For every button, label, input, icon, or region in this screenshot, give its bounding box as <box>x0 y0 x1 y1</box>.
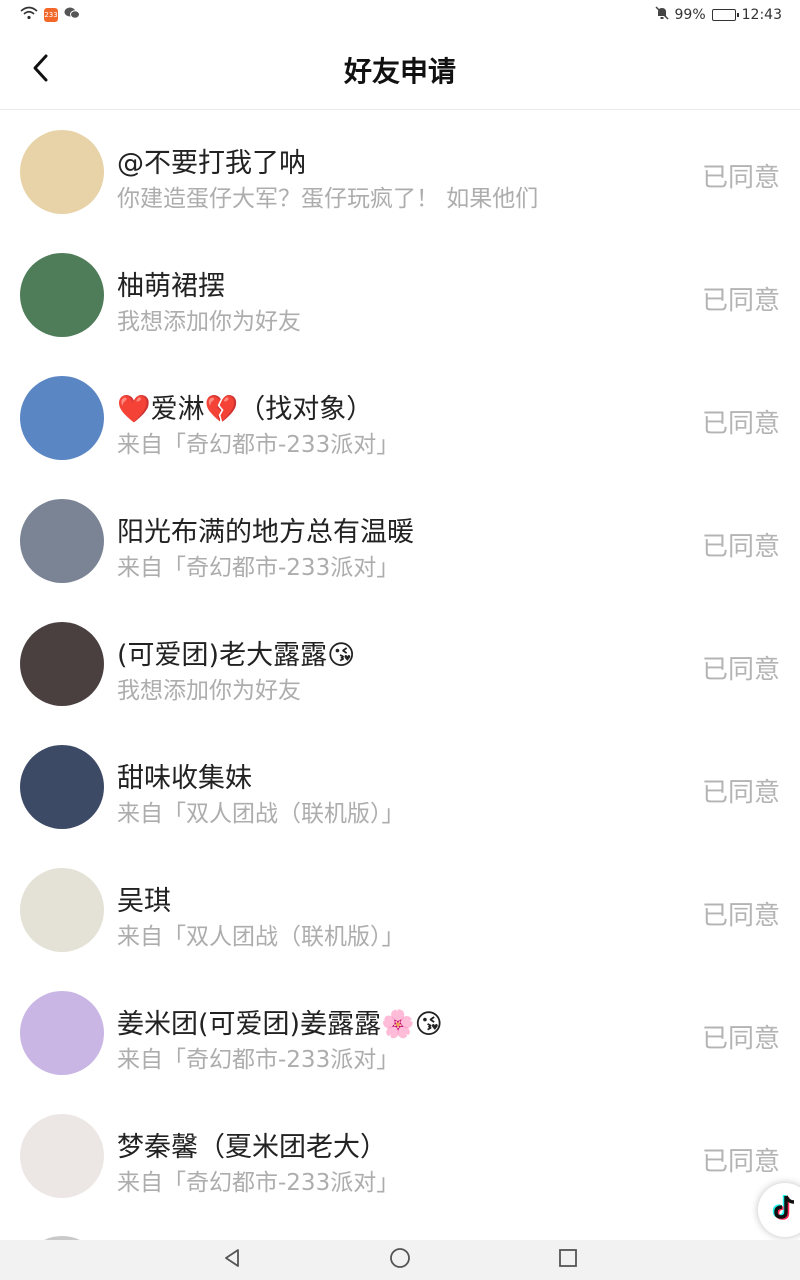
status-right: 99% 12:43 <box>654 6 782 24</box>
friend-name: (可爱团)老大露露😘 <box>117 640 356 671</box>
avatar[interactable] <box>20 253 104 337</box>
clock: 12:43 <box>741 7 782 23</box>
friend-name: 姜米团(可爱团)姜露露🌸😘 <box>117 1009 443 1040</box>
nav-home-button[interactable] <box>386 1246 414 1274</box>
friend-name: ❤️爱淋💔（找对象） <box>117 394 374 425</box>
avatar[interactable] <box>20 376 104 460</box>
friend-message: 来自「奇幻都市-233派对」 <box>117 1170 400 1196</box>
wechat-icon <box>64 6 80 24</box>
triangle-back-icon <box>221 1247 243 1273</box>
square-recent-icon <box>557 1247 579 1273</box>
status-agreed-label: 已同意 <box>701 286 780 316</box>
friend-name: 吴琪 <box>117 886 171 917</box>
friend-request-row[interactable]: 姜米团(可爱团)姜露露🌸😘 来自「奇幻都市-233派对」 已同意 <box>0 972 800 1095</box>
status-agreed-label: 已同意 <box>701 409 780 439</box>
wifi-icon <box>20 6 38 24</box>
friend-request-row[interactable]: 柚萌裙摆 我想添加你为好友 已同意 <box>0 234 800 357</box>
header: 好友申请 <box>0 30 800 110</box>
friend-request-row[interactable]: 吴琪 来自「双人团战（联机版）」 已同意 <box>0 849 800 972</box>
nav-recent-button[interactable] <box>554 1246 582 1274</box>
status-agreed-label: 已同意 <box>701 655 780 685</box>
friend-message: 来自「奇幻都市-233派对」 <box>117 432 400 458</box>
mute-bell-icon <box>654 6 669 24</box>
status-bar: 233 99% 12:43 <box>0 0 800 30</box>
avatar[interactable] <box>20 499 104 583</box>
friend-request-row[interactable]: 阳光布满的地方总有温暖 来自「奇幻都市-233派对」 已同意 <box>0 480 800 603</box>
back-arrow-icon <box>31 53 49 87</box>
friend-message: 我想添加你为好友 <box>117 678 301 704</box>
tiktok-icon <box>772 1193 798 1227</box>
friend-message: 你建造蛋仔大军？蛋仔玩疯了！ 如果他们 <box>117 186 539 212</box>
friend-message: 来自「双人团战（联机版）」 <box>117 801 405 827</box>
friend-request-row[interactable]: 梦秦馨（夏米团老大） 来自「奇幻都市-233派对」 已同意 <box>0 1095 800 1218</box>
status-agreed-label: 已同意 <box>701 1024 780 1054</box>
status-agreed-label: 已同意 <box>701 532 780 562</box>
friend-request-row[interactable]: 甜味收集妹 来自「双人团战（联机版）」 已同意 <box>0 726 800 849</box>
back-button[interactable] <box>22 50 58 90</box>
friend-name: 梦秦馨（夏米团老大） <box>117 1132 387 1163</box>
status-agreed-label: 已同意 <box>701 1147 780 1177</box>
status-left: 233 <box>20 6 80 24</box>
circle-home-icon <box>388 1246 412 1274</box>
friend-request-row[interactable]: @不要打我了呐 你建造蛋仔大军？蛋仔玩疯了！ 如果他们 已同意 <box>0 111 800 234</box>
friend-name: 阳光布满的地方总有温暖 <box>117 517 414 548</box>
friend-request-row[interactable]: (可爱团)老大露露😘 我想添加你为好友 已同意 <box>0 603 800 726</box>
avatar[interactable] <box>20 745 104 829</box>
avatar[interactable] <box>20 991 104 1075</box>
page-title: 好友申请 <box>343 54 456 88</box>
avatar[interactable] <box>20 130 104 214</box>
battery-percent: 99% <box>674 7 706 23</box>
avatar[interactable] <box>20 622 104 706</box>
avatar[interactable] <box>20 868 104 952</box>
system-nav-bar <box>0 1240 800 1280</box>
friend-message: 来自「奇幻都市-233派对」 <box>117 555 400 581</box>
friend-message: 我想添加你为好友 <box>117 309 301 335</box>
friend-request-row[interactable]: ❤️爱淋💔（找对象） 来自「奇幻都市-233派对」 已同意 <box>0 357 800 480</box>
friend-name: 甜味收集妹 <box>117 763 252 794</box>
status-agreed-label: 已同意 <box>701 778 780 808</box>
battery-icon <box>711 9 739 21</box>
app-badge-icon: 233 <box>44 8 58 22</box>
friend-message: 来自「奇幻都市-233派对」 <box>117 1047 400 1073</box>
friend-request-list: @不要打我了呐 你建造蛋仔大军？蛋仔玩疯了！ 如果他们 已同意 柚萌裙摆 我想添… <box>0 111 800 1218</box>
partial-friend-row[interactable] <box>0 1218 800 1240</box>
status-agreed-label: 已同意 <box>701 163 780 193</box>
friend-name: 柚萌裙摆 <box>117 271 225 302</box>
avatar[interactable] <box>20 1114 104 1198</box>
friend-message: 来自「双人团战（联机版）」 <box>117 924 405 950</box>
status-agreed-label: 已同意 <box>701 901 780 931</box>
friend-name: @不要打我了呐 <box>117 148 306 179</box>
nav-back-button[interactable] <box>218 1246 246 1274</box>
